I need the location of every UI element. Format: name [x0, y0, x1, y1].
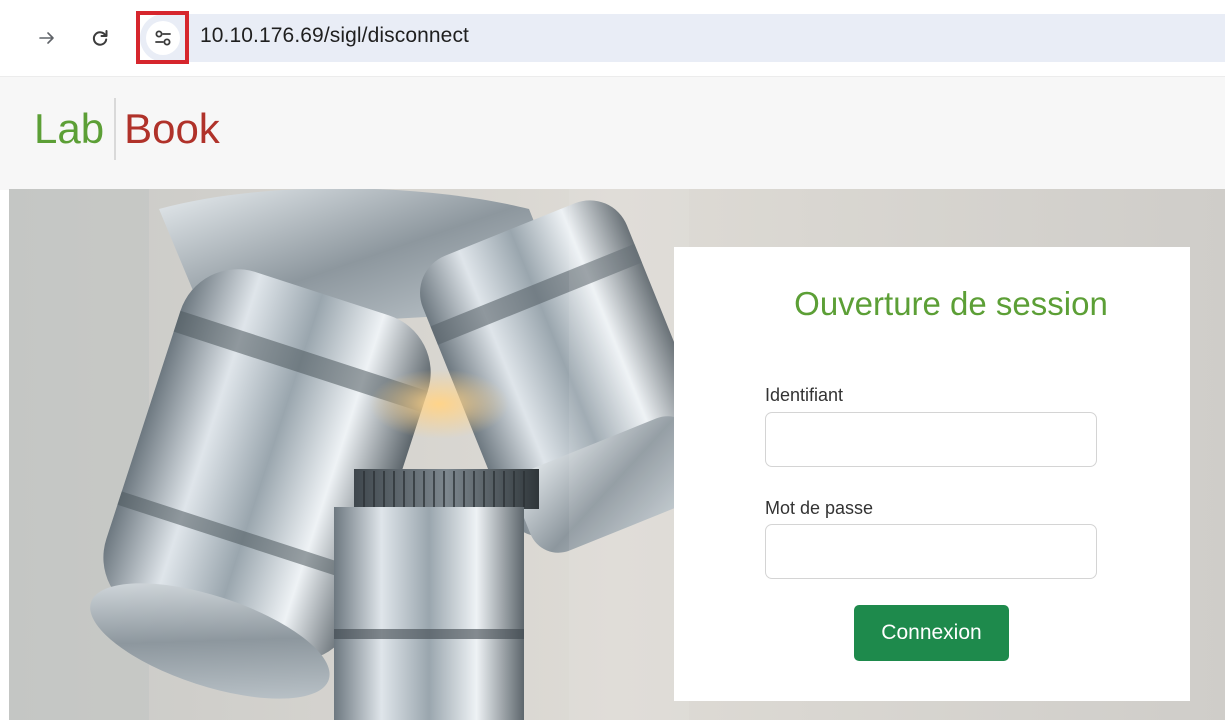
login-button[interactable]: Connexion — [854, 605, 1009, 661]
forward-button[interactable] — [31, 22, 63, 54]
username-input[interactable] — [765, 412, 1097, 467]
site-info-icon-wrap — [145, 20, 180, 55]
site-header: Lab Book — [0, 76, 1225, 190]
site-info-button[interactable] — [136, 11, 189, 64]
labbook-logo[interactable]: Lab Book — [34, 97, 220, 161]
arrow-forward-icon — [39, 32, 54, 44]
url-text[interactable]: 10.10.176.69/sigl/disconnect — [200, 24, 469, 48]
password-input[interactable] — [765, 524, 1097, 579]
reload-icon — [92, 30, 108, 46]
site-settings-icon — [154, 30, 171, 45]
username-label: Identifiant — [765, 385, 844, 405]
login-title: Ouverture de session — [794, 285, 1108, 322]
password-label: Mot de passe — [765, 498, 874, 518]
logo-divider — [114, 98, 117, 160]
browser-toolbar: 10.10.176.69/sigl/disconnect — [0, 0, 1225, 76]
logo-text-book: Book — [124, 105, 220, 152]
logo-text-lab: Lab — [34, 105, 105, 152]
login-card: Ouverture de session Identifiant Mot de … — [674, 247, 1190, 701]
reload-button[interactable] — [84, 22, 116, 54]
